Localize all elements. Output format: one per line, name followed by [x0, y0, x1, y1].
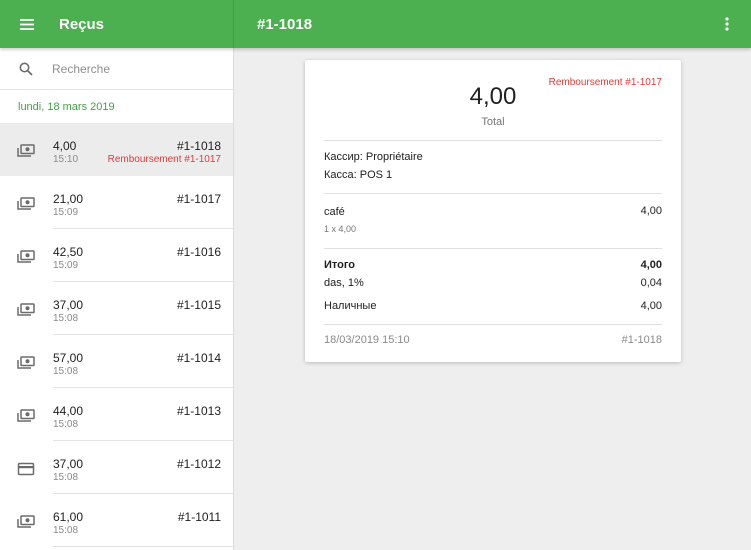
receipt-list: 4,00 15:10 #1-1018 Remboursement #1-1017 21,…: [0, 123, 233, 547]
app-title: Reçus: [59, 15, 105, 33]
receipt-time: 15:08: [53, 525, 79, 536]
payment-type-label: Наличные: [324, 300, 377, 312]
cash-icon: [17, 144, 35, 158]
search-bar: [0, 48, 233, 90]
receipt-row[interactable]: 37,00 15:08 #1-1012: [0, 441, 233, 494]
hamburger-menu-icon: [20, 18, 34, 30]
item-name: café: [324, 206, 345, 218]
search-input[interactable]: [52, 61, 222, 76]
receipt-amount: 57,00: [53, 351, 84, 365]
receipt-amount: 4,00: [53, 139, 77, 153]
search-icon[interactable]: [0, 62, 52, 76]
receipt-row[interactable]: 42,50 15:09 #1-1016: [0, 229, 233, 282]
register-label: Касса: POS 1: [324, 169, 393, 181]
receipt-amount: 37,00: [53, 298, 84, 312]
receipt-amount: 42,50: [53, 245, 84, 259]
receipt-amount: 44,00: [53, 404, 84, 418]
receipt-number: #1-1011: [177, 510, 221, 524]
receipt-row[interactable]: 61,00 15:08 #1-1011: [0, 494, 233, 547]
receipt-row[interactable]: 21,00 15:09 #1-1017: [0, 176, 233, 229]
receipt-time: 15:09: [53, 260, 79, 271]
receipt-row[interactable]: 44,00 15:08 #1-1013: [0, 388, 233, 441]
receipt-number: #1-1014: [176, 351, 221, 365]
receipt-time: 15:08: [53, 419, 79, 430]
total-label: Total: [481, 116, 505, 128]
cash-icon: [17, 409, 35, 423]
cashier-label: Кассир: Propriétaire: [324, 151, 423, 163]
cash-icon: [17, 515, 35, 529]
app-bar-left: Reçus: [0, 0, 234, 48]
cash-icon: [17, 356, 35, 370]
receipt-number: #1-1018: [176, 139, 221, 153]
divider: [324, 140, 662, 141]
receipt-number: #1-1013: [176, 404, 221, 418]
payment-value: 4,00: [640, 300, 662, 312]
divider: [324, 324, 662, 325]
subtotal-label: Итого: [324, 259, 356, 271]
receipt-amount: 61,00: [53, 510, 84, 524]
cash-icon: [17, 197, 35, 211]
subtotal-value: 4,00: [640, 259, 662, 271]
row-divider: [53, 546, 233, 547]
receipt-time: 15:08: [53, 313, 79, 324]
cash-icon: [17, 303, 35, 317]
divider: [324, 193, 662, 194]
more-vert-icon: [725, 17, 729, 31]
item-quantity: 1 x 4,00: [324, 224, 357, 234]
receipt-number: #1-1015: [176, 298, 221, 312]
tax-label: das, 1%: [324, 277, 364, 289]
tax-value: 0,04: [640, 277, 662, 289]
receipt-time: 15:09: [53, 207, 79, 218]
cash-icon: [17, 250, 35, 264]
receipts-sidebar: lundi, 18 mars 2019 4,0015:10 #1-1018Remb…: [0, 48, 234, 550]
receipt-detail-card: Remboursement #1-1017 4,00 Total Кассир:…: [305, 60, 681, 362]
divider: [324, 248, 662, 249]
receipt-title: #1-1018: [257, 15, 313, 33]
receipt-time: 15:10: [53, 154, 79, 165]
app-bar: Reçus #1-1018: [0, 0, 751, 48]
refund-label: Remboursement #1-1017: [107, 154, 221, 165]
receipt-number: #1-1018: [621, 334, 662, 346]
total-amount: 4,00: [469, 83, 517, 110]
card-icon: [17, 462, 35, 476]
date-header: lundi, 18 mars 2019: [18, 100, 115, 113]
receipt-time: 15:08: [53, 366, 79, 377]
receipt-number: #1-1017: [176, 192, 221, 206]
receipt-datetime: 18/03/2019 15:10: [324, 334, 410, 346]
receipt-amount: 37,00: [53, 457, 84, 471]
receipt-number: #1-1016: [176, 245, 221, 259]
receipt-row[interactable]: 4,00 15:10 #1-1018 Remboursement #1-1017: [0, 123, 233, 176]
receipt-amount: 21,00: [53, 192, 84, 206]
receipt-number: #1-1012: [176, 457, 221, 471]
item-price: 4,00: [640, 205, 662, 217]
receipt-row[interactable]: 37,00 15:08 #1-1015: [0, 282, 233, 335]
receipt-row[interactable]: 57,00 15:08 #1-1014: [0, 335, 233, 388]
receipt-time: 15:08: [53, 472, 79, 483]
menu-button[interactable]: [0, 0, 54, 48]
more-options-button[interactable]: [703, 0, 751, 48]
